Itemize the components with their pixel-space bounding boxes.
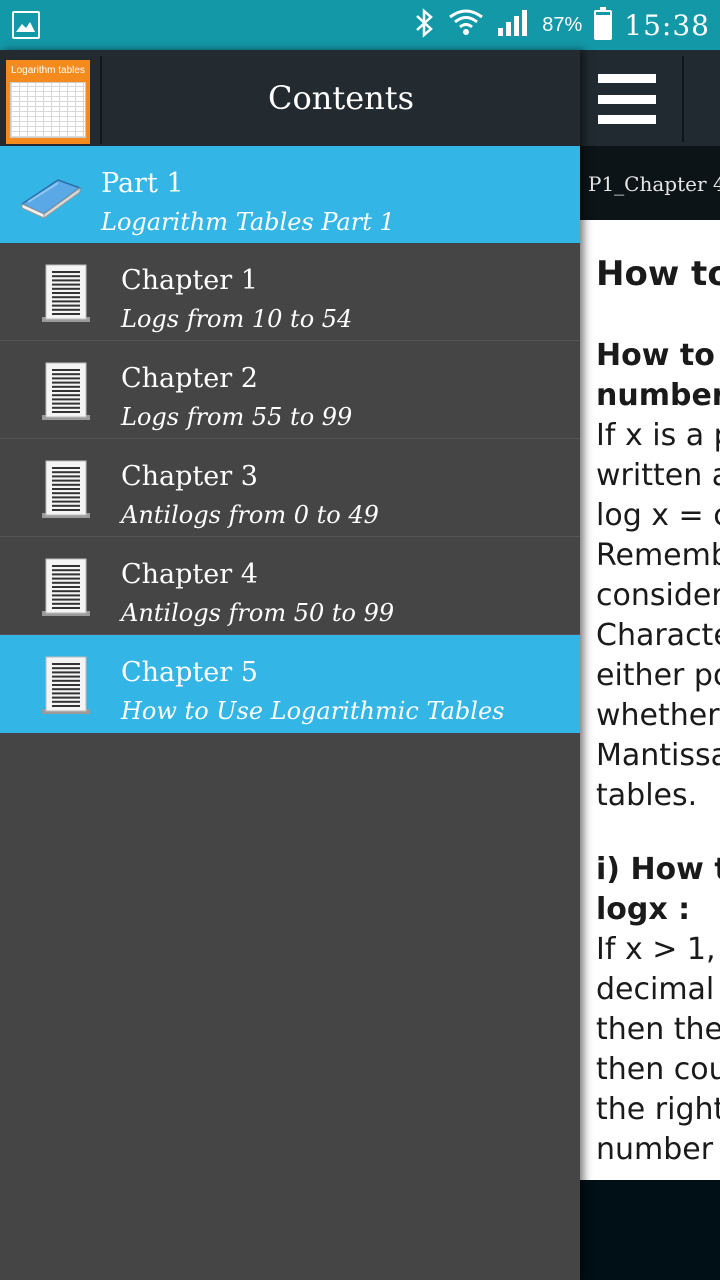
list-item-chapter-2[interactable]: Chapter 2 Logs from 55 to 99 <box>0 341 580 439</box>
chapter-title: Chapter 1 <box>121 265 258 296</box>
battery-percent: 87% <box>542 13 583 36</box>
article-paragraph-2: If x > 1, t decimal then the then cou th… <box>596 930 720 1170</box>
chapter-title: Chapter 3 <box>121 461 258 492</box>
document-icon <box>40 361 92 421</box>
subheading-line: i) How to <box>596 852 720 887</box>
chapter-subtitle: Logs from 10 to 54 <box>121 305 353 333</box>
document-icon <box>40 263 92 323</box>
tab-chapter[interactable]: P1_Chapter 4 <box>588 172 720 196</box>
article-subheading-2: i) How to logx : <box>596 850 720 930</box>
document-icon <box>40 655 92 715</box>
paragraph-line: written a <box>596 458 720 493</box>
subheading-line: logx : <box>596 892 691 927</box>
bluetooth-icon <box>414 8 436 42</box>
status-bar: 87% 15:38 <box>0 0 720 50</box>
article-heading: How to <box>596 254 720 294</box>
list-item-chapter-5[interactable]: Chapter 5 How to Use Logarithmic Tables <box>0 635 580 733</box>
subheading-line: number <box>596 378 720 413</box>
navigation-drawer: Logarithm tables Contents Part 1 Logarit… <box>0 50 580 1280</box>
hamburger-icon[interactable] <box>598 74 656 124</box>
list-item-chapter-4[interactable]: Chapter 4 Antilogs from 50 to 99 <box>0 537 580 635</box>
list-item-part-1[interactable]: Part 1 Logarithm Tables Part 1 <box>0 146 580 243</box>
logo-text: Logarithm tables <box>11 65 85 76</box>
content-tab-bar: P1_Chapter 4 <box>580 146 720 220</box>
paragraph-line: Mantissa <box>596 738 720 773</box>
paragraph-line: then the <box>596 1012 720 1047</box>
subheading-line: How to c <box>596 338 720 373</box>
logo-table-image <box>10 82 86 138</box>
chapter-title: Chapter 2 <box>121 363 258 394</box>
toolbar-divider <box>682 56 684 142</box>
paragraph-line: If x is a p <box>596 418 720 453</box>
chapter-subtitle: How to Use Logarithmic Tables <box>121 697 505 725</box>
gallery-icon <box>12 11 40 39</box>
part-title: Part 1 <box>101 168 184 199</box>
part-subtitle: Logarithm Tables Part 1 <box>101 208 395 236</box>
paragraph-line: log x = c <box>596 498 720 533</box>
paragraph-line: If x > 1, t <box>596 932 720 967</box>
contents-list: Part 1 Logarithm Tables Part 1 Chapter 1… <box>0 146 580 733</box>
list-item-chapter-1[interactable]: Chapter 1 Logs from 10 to 54 <box>0 243 580 341</box>
article[interactable]: How to How to c number If x is a p writt… <box>580 220 720 1180</box>
paragraph-line: either po <box>596 658 720 693</box>
paragraph-line: then cou <box>596 1052 720 1087</box>
book-icon <box>18 174 82 220</box>
chapter-title: Chapter 4 <box>121 559 258 590</box>
signal-icon <box>496 8 530 42</box>
chapter-subtitle: Antilogs from 50 to 99 <box>121 599 395 627</box>
paragraph-line: Characte <box>596 618 720 653</box>
document-icon <box>40 557 92 617</box>
paragraph-line: whether <box>596 698 720 733</box>
paragraph-line: the right <box>596 1092 720 1127</box>
wifi-icon <box>448 7 484 43</box>
drawer-header: Logarithm tables Contents <box>0 50 580 146</box>
content-pane: P1_Chapter 4 How to How to c number If x… <box>580 50 720 1280</box>
paragraph-line: consider <box>596 578 720 613</box>
app-logo[interactable]: Logarithm tables <box>6 60 90 144</box>
paragraph-line: tables. <box>596 778 698 813</box>
paragraph-line: number <box>596 1132 714 1167</box>
list-item-chapter-3[interactable]: Chapter 3 Antilogs from 0 to 49 <box>0 439 580 537</box>
document-icon <box>40 459 92 519</box>
battery-icon <box>594 7 613 40</box>
chapter-subtitle: Antilogs from 0 to 49 <box>121 501 379 529</box>
drawer-title: Contents <box>267 79 415 117</box>
chapter-title: Chapter 5 <box>121 657 258 688</box>
content-toolbar <box>580 50 720 146</box>
clock: 15:38 <box>624 8 710 42</box>
paragraph-line: Rememb <box>596 538 720 573</box>
article-paragraph: If x is a p written a log x = c Rememb c… <box>596 416 720 816</box>
chapter-subtitle: Logs from 55 to 99 <box>121 403 353 431</box>
article-subheading: How to c number <box>596 336 720 416</box>
paragraph-line: decimal <box>596 972 715 1007</box>
